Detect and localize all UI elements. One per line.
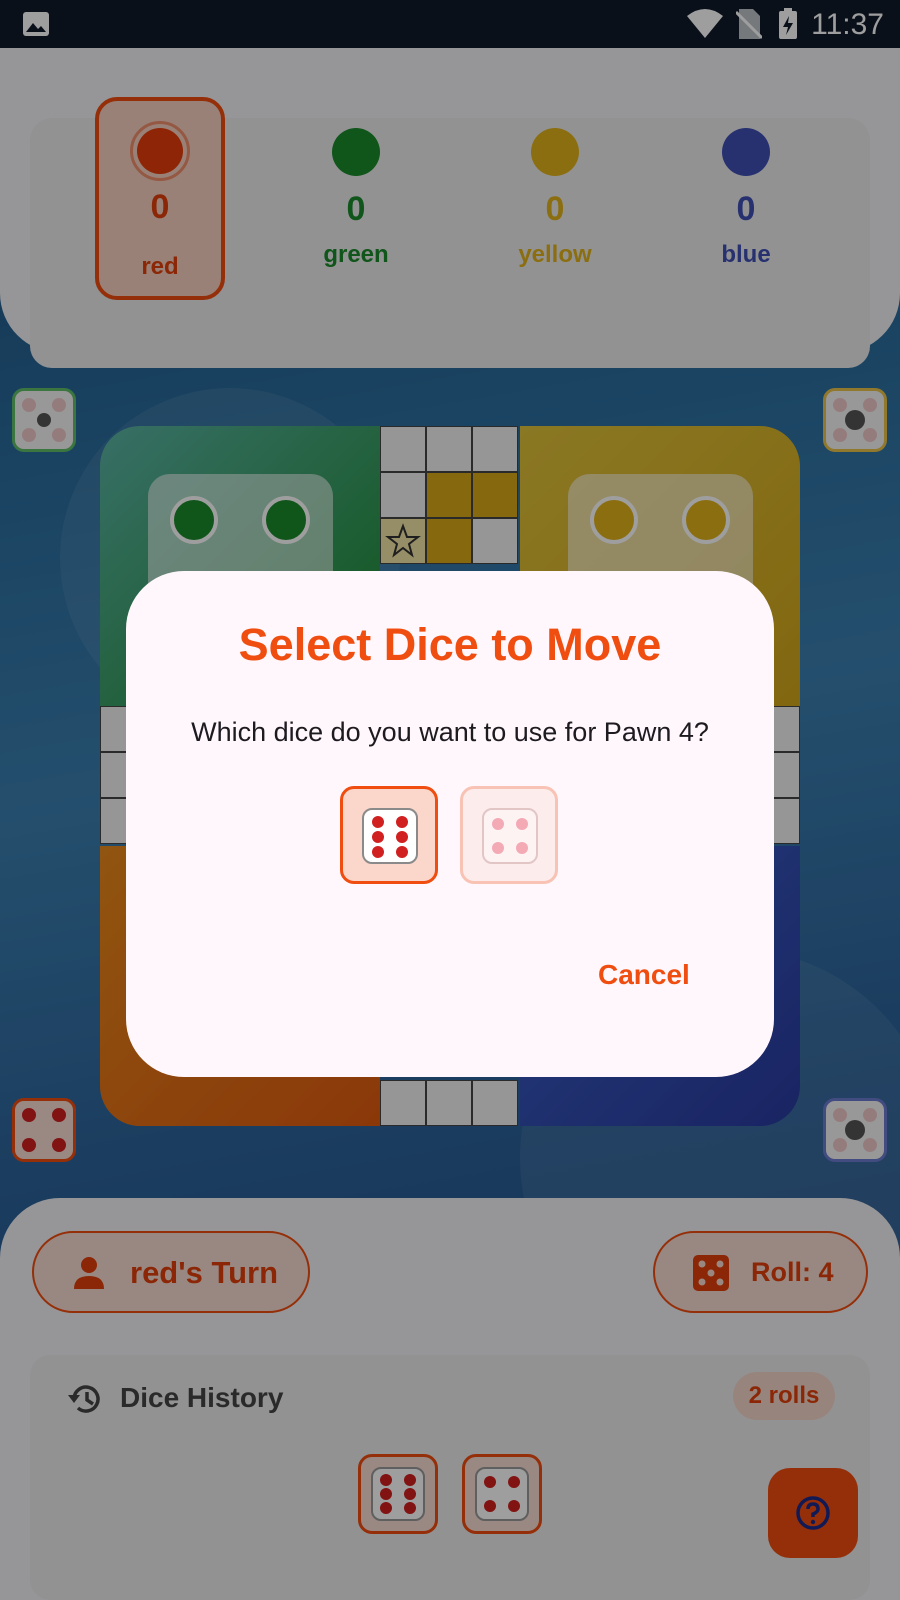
select-dice-dialog: Select Dice to Move Which dice do you wa…	[126, 571, 774, 1077]
dialog-message: Which dice do you want to use for Pawn 4…	[191, 717, 709, 747]
dice-option-6[interactable]	[340, 786, 438, 884]
dialog-title: Select Dice to Move	[238, 619, 662, 670]
dice-option-4[interactable]	[460, 786, 558, 884]
cancel-button[interactable]: Cancel	[598, 959, 690, 991]
